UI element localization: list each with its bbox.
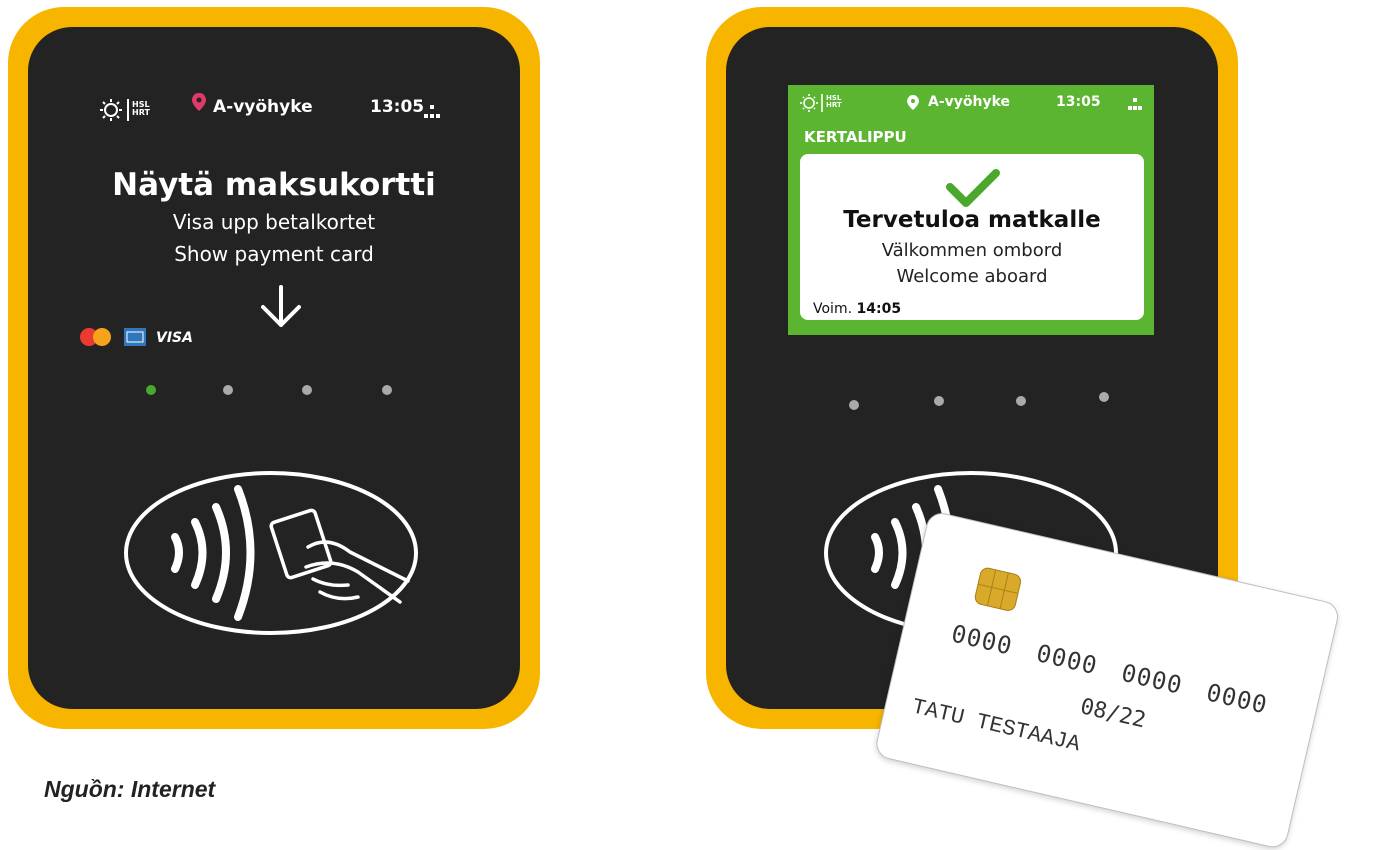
ticket-type: KERTALIPPU: [804, 128, 907, 146]
welcome-title: Tervetuloa matkalle: [843, 207, 1101, 233]
valid-time: 14:05: [856, 301, 902, 317]
status-led-3: [1016, 396, 1026, 406]
left-card-reader: HSL HRT A-vyöhyke 13:05 Näytä maksukortt…: [8, 7, 540, 729]
source-caption: Nguồn: Internet: [44, 776, 216, 802]
amex-icon: [124, 328, 146, 346]
visa-logo: VISA: [156, 330, 193, 346]
status-led-2: [934, 396, 944, 406]
message-panel: [800, 154, 1144, 320]
card-expiry: 08/22: [1077, 694, 1149, 734]
status-led-4: [382, 385, 392, 395]
valid-until: Voim. 14:05: [813, 301, 901, 317]
hsl-logo: HSL HRT: [132, 100, 150, 117]
status-led-2: [223, 385, 233, 395]
time-label: 13:05: [1056, 94, 1101, 110]
instruction-english: Show payment card: [174, 242, 374, 266]
zone-label: A-vyöhyke: [928, 94, 1011, 110]
instruction-title: Näytä maksukortti: [112, 167, 436, 203]
welcome-swedish: Välkommen ombord: [881, 240, 1063, 261]
chip-icon: [973, 566, 1023, 613]
zone-label: A-vyöhyke: [213, 97, 313, 117]
status-led-1: [849, 400, 859, 410]
valid-label: Voim.: [813, 301, 853, 317]
status-led-4: [1099, 392, 1109, 402]
hsl-logo: HSL HRT: [826, 94, 842, 109]
status-led-3: [302, 385, 312, 395]
status-led-1: [146, 385, 156, 395]
welcome-english: Welcome aboard: [896, 266, 1048, 287]
time-label: 13:05: [370, 97, 425, 117]
instruction-swedish: Visa upp betalkortet: [172, 210, 376, 234]
card-holder: TATU TESTAAJA: [909, 694, 1083, 758]
payment-card: 0000 0000 0000 0000 08/22 TATU TESTAAJA: [873, 510, 1342, 850]
